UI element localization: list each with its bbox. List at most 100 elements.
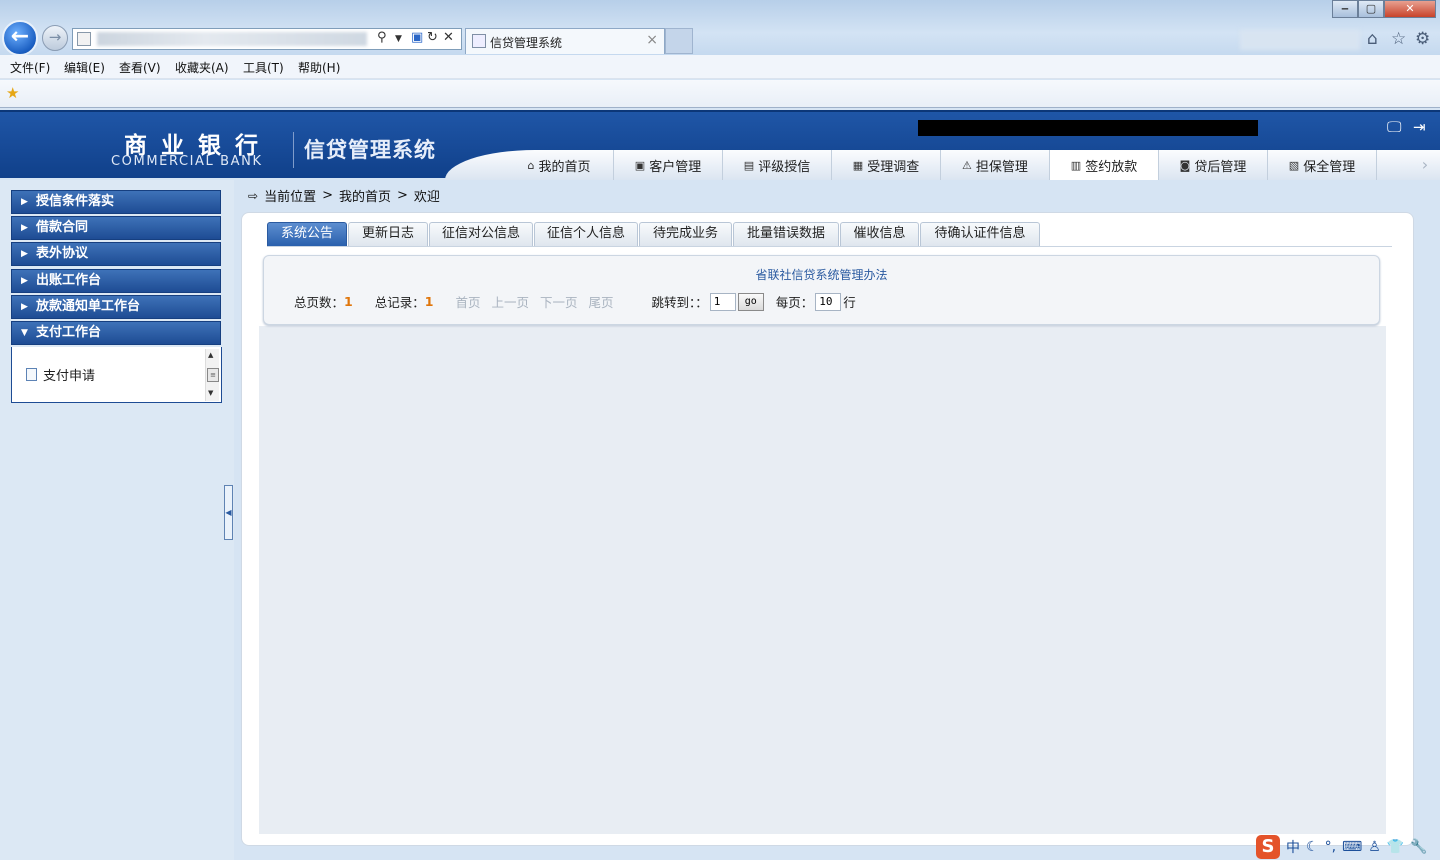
- sidebar-item-label: 表外协议: [36, 246, 89, 261]
- tab-close-icon[interactable]: ×: [646, 32, 658, 48]
- keyboard-icon[interactable]: ⌨: [1342, 839, 1362, 855]
- ime-toolbar: S 中 ☾ °, ⌨ ♙ 👕 🔧: [1256, 834, 1440, 860]
- customer-icon: ▣: [634, 158, 646, 172]
- sidebar-item-off-balance[interactable]: ▶ 表外协议: [11, 242, 221, 266]
- refresh-icon[interactable]: ↻: [427, 30, 438, 45]
- tab-personal-credit[interactable]: 征信个人信息: [534, 222, 638, 246]
- tab-pending-certificates[interactable]: 待确认证件信息: [920, 222, 1040, 246]
- menu-edit[interactable]: 编辑(E): [64, 59, 105, 76]
- system-title: 信贷管理系统: [304, 138, 436, 162]
- page-favicon-icon: [77, 32, 91, 46]
- sidebar-item-credit-conditions[interactable]: ▶ 授信条件落实: [11, 190, 221, 214]
- go-button[interactable]: go: [737, 292, 764, 311]
- tab-pending-business[interactable]: 待完成业务: [639, 222, 732, 246]
- new-tab-button[interactable]: [665, 28, 693, 54]
- search-box-blurred[interactable]: [1240, 30, 1360, 50]
- search-icon[interactable]: ⚲: [377, 30, 387, 45]
- close-button[interactable]: ✕: [1384, 0, 1436, 18]
- sidebar-item-disbursement[interactable]: ▶ 出账工作台: [11, 269, 221, 293]
- compat-view-icon[interactable]: ▣: [411, 30, 423, 45]
- nav-home[interactable]: ⌂ 我的首页: [505, 150, 614, 180]
- menu-tools[interactable]: 工具(T): [243, 59, 284, 76]
- notice-link[interactable]: 省联社信贷系统管理办法: [264, 266, 1379, 283]
- sidebar-subitem-payment-request[interactable]: 支付申请: [26, 365, 95, 384]
- tab-system-notice[interactable]: 系统公告: [267, 222, 347, 246]
- scroll-up-icon[interactable]: ▲: [208, 351, 213, 359]
- logout-icon[interactable]: ⇥: [1413, 118, 1426, 136]
- nav-customer[interactable]: ▣ 客户管理: [614, 150, 723, 180]
- preservation-icon: ▧: [1288, 158, 1300, 172]
- stop-icon[interactable]: ✕: [443, 30, 454, 45]
- back-button[interactable]: ←: [2, 20, 38, 56]
- sidebar-item-label: 出账工作台: [36, 273, 102, 288]
- ime-language-toggle[interactable]: 中: [1286, 837, 1300, 857]
- punctuation-icon[interactable]: °,: [1325, 839, 1336, 855]
- nav-survey[interactable]: ▦ 受理调查: [832, 150, 941, 180]
- favorites-bar: ★: [0, 80, 1440, 108]
- tab-corporate-credit[interactable]: 征信对公信息: [429, 222, 533, 246]
- tab-favicon-icon: [472, 34, 486, 48]
- sidebar-item-loan-contract[interactable]: ▶ 借款合同: [11, 216, 221, 240]
- menu-file[interactable]: 文件(F): [10, 59, 50, 76]
- minimize-button[interactable]: ‒: [1332, 0, 1358, 18]
- nav-label: 担保管理: [975, 159, 1028, 175]
- scroll-thumb[interactable]: ≡: [207, 368, 219, 382]
- nav-guarantee[interactable]: ⚠ 担保管理: [941, 150, 1050, 180]
- maximize-button[interactable]: ▢: [1358, 0, 1384, 18]
- nav-more-arrow-icon[interactable]: ›: [1410, 150, 1440, 180]
- moon-icon[interactable]: ☾: [1306, 839, 1319, 855]
- user-info-redacted: [918, 120, 1258, 136]
- dropdown-icon[interactable]: ▼: [395, 34, 402, 44]
- menu-view[interactable]: 查看(V): [119, 59, 161, 76]
- nav-preservation[interactable]: ▧ 保全管理: [1268, 150, 1377, 180]
- total-pages-value: 1: [344, 294, 353, 309]
- sidebar-collapse-handle[interactable]: ◀: [224, 485, 233, 540]
- nav-post-loan[interactable]: ◙ 贷后管理: [1159, 150, 1268, 180]
- scroll-down-icon[interactable]: ▼: [208, 389, 213, 397]
- submenu-scrollbar[interactable]: ▲ ≡ ▼: [205, 349, 219, 401]
- last-page-link[interactable]: 尾页: [588, 292, 613, 311]
- warning-icon: ⚠: [962, 158, 972, 172]
- next-page-link[interactable]: 下一页: [540, 292, 578, 311]
- per-page-input[interactable]: [815, 292, 842, 311]
- forward-button[interactable]: →: [42, 25, 68, 51]
- tab-collection[interactable]: 催收信息: [840, 222, 919, 246]
- sidebar-item-label: 借款合同: [36, 220, 89, 235]
- sidebar-item-loan-notice[interactable]: ▶ 放款通知单工作台: [11, 295, 221, 319]
- location-icon: ⇨: [248, 188, 259, 203]
- breadcrumb-item-home[interactable]: 我的首页: [339, 186, 391, 205]
- nav-label: 客户管理: [649, 159, 702, 175]
- favorites-star-icon[interactable]: ★: [6, 84, 19, 102]
- sidebar-item-label: 放款通知单工作台: [36, 299, 141, 314]
- user-icon[interactable]: ♙: [1368, 839, 1381, 855]
- wrench-icon[interactable]: 🔧: [1410, 839, 1427, 855]
- sidebar-submenu: 支付申请 ▲ ≡ ▼: [11, 347, 222, 403]
- address-url-blurred[interactable]: [97, 32, 367, 46]
- star-icon[interactable]: ☆: [1391, 29, 1406, 49]
- sidebar-item-label: 支付工作台: [36, 325, 102, 340]
- address-bar[interactable]: ⚲ ▼ ▣ ↻ ✕: [72, 28, 462, 50]
- jump-label: 跳转到：：: [651, 295, 708, 310]
- first-page-link[interactable]: 首页: [455, 292, 480, 311]
- browser-tab[interactable]: 信贷管理系统 ×: [465, 28, 665, 54]
- ime-logo-icon[interactable]: S: [1256, 835, 1280, 859]
- home-icon: ⌂: [527, 158, 535, 172]
- rating-icon: ▤: [743, 158, 755, 172]
- skin-icon[interactable]: 👕: [1387, 839, 1404, 855]
- nav-label: 保全管理: [1303, 159, 1356, 175]
- home-icon[interactable]: ⌂: [1367, 29, 1378, 49]
- jump-page-input[interactable]: [709, 292, 736, 311]
- gear-icon[interactable]: ⚙: [1415, 29, 1430, 49]
- nav-rating[interactable]: ▤ 评级授信: [723, 150, 832, 180]
- monitor-icon[interactable]: 🖵: [1387, 118, 1401, 136]
- menu-help[interactable]: 帮助(H): [298, 59, 340, 76]
- sidebar-item-payment[interactable]: ▼ 支付工作台: [11, 321, 221, 345]
- survey-icon: ▦: [852, 158, 864, 172]
- tab-batch-errors[interactable]: 批量错误数据: [733, 222, 839, 246]
- breadcrumb-sep: >: [397, 188, 408, 203]
- nav-signing[interactable]: ▥ 签约放款: [1050, 150, 1159, 180]
- menu-favorites[interactable]: 收藏夹(A): [175, 59, 229, 76]
- prev-page-link[interactable]: 上一页: [491, 292, 529, 311]
- post-loan-icon: ◙: [1179, 158, 1191, 172]
- tab-update-log[interactable]: 更新日志: [348, 222, 428, 246]
